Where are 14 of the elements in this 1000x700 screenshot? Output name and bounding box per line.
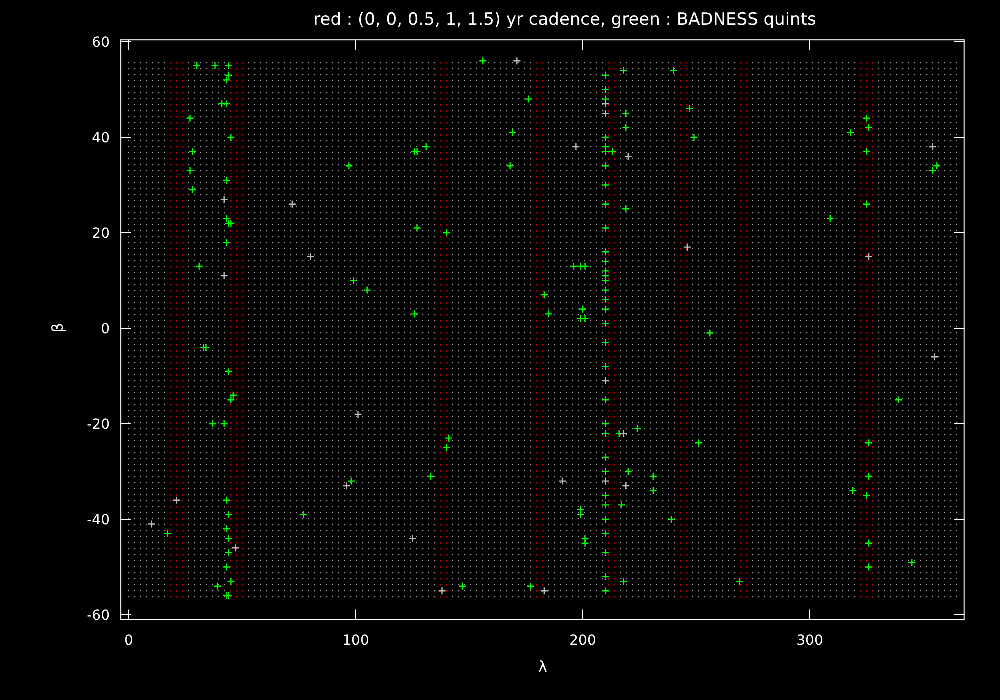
tick-label: 300: [796, 633, 824, 649]
tick-label: 0: [124, 633, 134, 649]
tick-label: 40: [92, 130, 110, 146]
tick-label: 100: [342, 633, 370, 649]
axis-label: β: [49, 323, 67, 333]
tick-label: -20: [87, 417, 110, 433]
tick-label: 20: [92, 226, 110, 242]
tick-label: -40: [87, 512, 110, 528]
tick-label: 200: [570, 633, 596, 649]
tick-label: -60: [87, 608, 110, 624]
axis-label: λ: [538, 658, 548, 676]
tick-label: 60: [92, 35, 110, 51]
tick-label: 0: [101, 322, 110, 338]
chart-title: red : (0, 0, 0.5, 1, 1.5) yr cadence, green : BADNESS quints: [314, 10, 816, 30]
